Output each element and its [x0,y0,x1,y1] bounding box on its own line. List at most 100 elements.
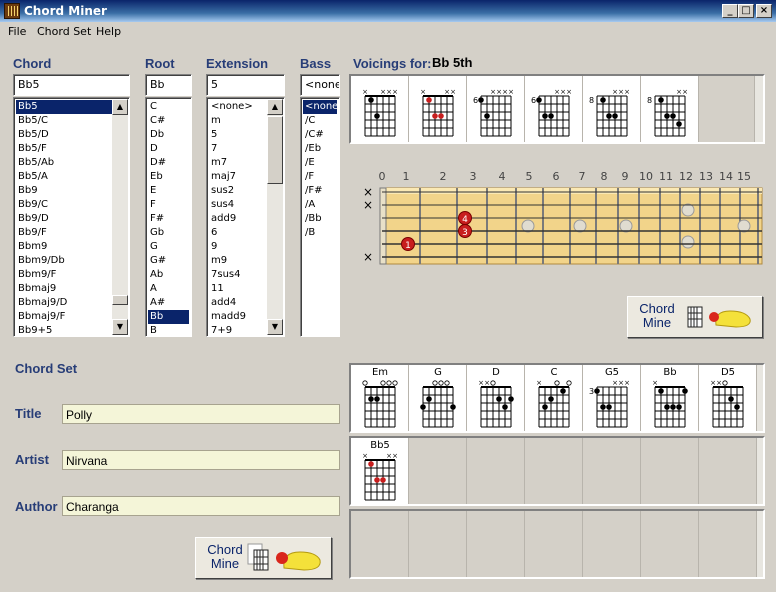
fretboard[interactable]: 0 1 2 3 4 5 6 7 8 9 10 11 12 13 14 15×××143 [352,166,764,270]
bass-list-item[interactable]: /C [303,114,337,128]
scroll-up-icon[interactable]: ▲ [267,99,283,115]
root-list-item[interactable]: F# [148,212,189,226]
chord-list-item[interactable]: Bbm9 [16,240,127,254]
chord-list-item[interactable]: Bbm9/Db [16,254,127,268]
empty-slot[interactable] [525,511,583,577]
chord-diagram[interactable]: G5 × × × 3 [583,365,641,431]
chord-diagram[interactable]: C × [525,365,583,431]
bass-list-item[interactable]: <none> [303,100,339,114]
artist-field[interactable]: Nirvana [62,450,340,470]
root-list-item[interactable]: A [148,282,189,296]
extension-listbox[interactable]: 7+9 madd9 add4 11 7sus4 m9 9 6 add9 sus4 sus2 maj7 m… [206,97,285,337]
root-list-item[interactable]: D [148,142,189,156]
root-list-item[interactable]: Eb [148,170,189,184]
root-list-item[interactable]: A# [148,296,189,310]
chord-diagram[interactable]: G [409,365,467,431]
chord-diagram[interactable]: Bb5 × × × [351,438,409,504]
bass-listbox[interactable]: /B/Bb/A/F#/F/E/Eb/C#/C<none> [300,97,340,337]
chord-diagram[interactable]: × × × 8 [583,76,641,142]
chord-scrollbar[interactable]: ▲ ▼ [112,99,128,335]
finger-marker[interactable]: 1 [401,237,415,252]
chord-diagram[interactable]: D5 × × [699,365,757,431]
chord-list-item[interactable]: Bb9/F [16,226,127,240]
scroll-thumb[interactable] [267,116,283,184]
bass-list-item[interactable]: /Eb [303,142,337,156]
chord-list-item[interactable]: Bb5 [16,100,127,114]
chord-list-item[interactable]: Bbmaj9 [16,282,127,296]
root-list-item[interactable]: G# [148,254,189,268]
chord-mine-button[interactable]: Chord Mine [627,296,763,338]
extension-input[interactable]: 5 [206,74,285,96]
empty-slot[interactable] [467,511,525,577]
empty-slot[interactable] [641,511,699,577]
root-list-item[interactable]: F [148,198,189,212]
empty-slot[interactable] [409,438,467,504]
chord-diagram[interactable]: Em [351,365,409,431]
chord-list-item[interactable]: Bb5/A [16,170,127,184]
bass-list-item[interactable]: /C# [303,128,337,142]
finger-marker[interactable]: 4 [458,211,472,226]
chord-diagram[interactable]: × × 8 [641,76,699,142]
root-list-item[interactable]: D# [148,156,189,170]
chord-list-item[interactable]: Bbm9/F [16,268,127,282]
root-list-item[interactable]: Ab [148,268,189,282]
root-input[interactable]: Bb [145,74,192,96]
minimize-button[interactable]: _ [722,4,738,18]
extension-scrollbar[interactable]: ▲ ▼ [267,99,283,335]
empty-slot[interactable] [699,438,757,504]
root-list-item[interactable]: B [148,324,189,336]
chord-input[interactable]: Bb5 [13,74,130,96]
root-list-item[interactable]: C# [148,114,189,128]
chord-list-item[interactable]: Bb9 [16,184,127,198]
maximize-button[interactable]: □ [738,4,754,18]
menu-file[interactable]: File [8,25,26,38]
empty-slot[interactable] [351,511,409,577]
menu-chord-set[interactable]: Chord Set [37,25,91,38]
empty-slot[interactable] [583,511,641,577]
chord-diagram[interactable]: × × × × [351,76,409,142]
close-button[interactable]: × [756,4,772,18]
empty-slot[interactable] [583,438,641,504]
root-list-item[interactable]: Gb [148,226,189,240]
chord-list-item[interactable]: Bb5/C [16,114,127,128]
chord-list-item[interactable]: Bb5/F [16,142,127,156]
bass-list-item[interactable]: /B [303,226,337,240]
chord-list-item[interactable]: Bb5/Ab [16,156,127,170]
empty-slot[interactable] [525,438,583,504]
chord-mine-set-button[interactable]: Chord Mine [195,537,332,579]
bass-list-item[interactable]: /A [303,198,337,212]
root-list-item[interactable]: Db [148,128,189,142]
scroll-up-icon[interactable]: ▲ [112,99,128,115]
author-field[interactable]: Charanga [62,496,340,516]
chord-diagram[interactable]: × × × [409,76,467,142]
chord-list-item[interactable]: Bbmaj9/D [16,296,127,310]
bass-list-item[interactable]: /F [303,170,337,184]
root-list-item[interactable]: G [148,240,189,254]
bass-list-item[interactable]: /F# [303,184,337,198]
chord-list-item[interactable]: Bbmaj9/F [16,310,127,324]
bass-list-item[interactable]: /Bb [303,212,337,226]
bass-input[interactable]: <none [300,74,340,96]
chord-diagram[interactable]: Bb × [641,365,699,431]
empty-slot[interactable] [409,511,467,577]
root-listbox[interactable]: B Bb A# A Ab G# G Gb F# F E Eb D# D Db C# C [145,97,192,337]
chord-list-item[interactable]: Bb9/D [16,212,127,226]
chord-diagram[interactable]: D × × [467,365,525,431]
chord-listbox[interactable]: Bb9+5 Bbmaj9/F Bbmaj9/D Bbmaj9 Bbm9/F Bbm9/Db… [13,97,130,337]
bass-list-item[interactable]: /E [303,156,337,170]
empty-slot[interactable] [467,438,525,504]
scroll-thumb[interactable] [112,295,128,305]
finger-marker[interactable]: 3 [458,224,472,239]
chord-list-item[interactable]: Bb5/D [16,128,127,142]
menu-help[interactable]: Help [96,25,121,38]
scroll-down-icon[interactable]: ▼ [267,319,283,335]
empty-slot[interactable] [641,438,699,504]
chord-list-item[interactable]: Bb9/C [16,198,127,212]
root-list-item[interactable]: Bb [148,310,189,324]
title-field[interactable]: Polly [62,404,340,424]
chord-diagram[interactable]: × × × 6 [525,76,583,142]
empty-slot[interactable] [699,511,757,577]
chord-list-item[interactable]: Bb9+5 [16,324,127,336]
chord-diagram[interactable]: × × × × 6 [467,76,525,142]
root-list-item[interactable]: E [148,184,189,198]
